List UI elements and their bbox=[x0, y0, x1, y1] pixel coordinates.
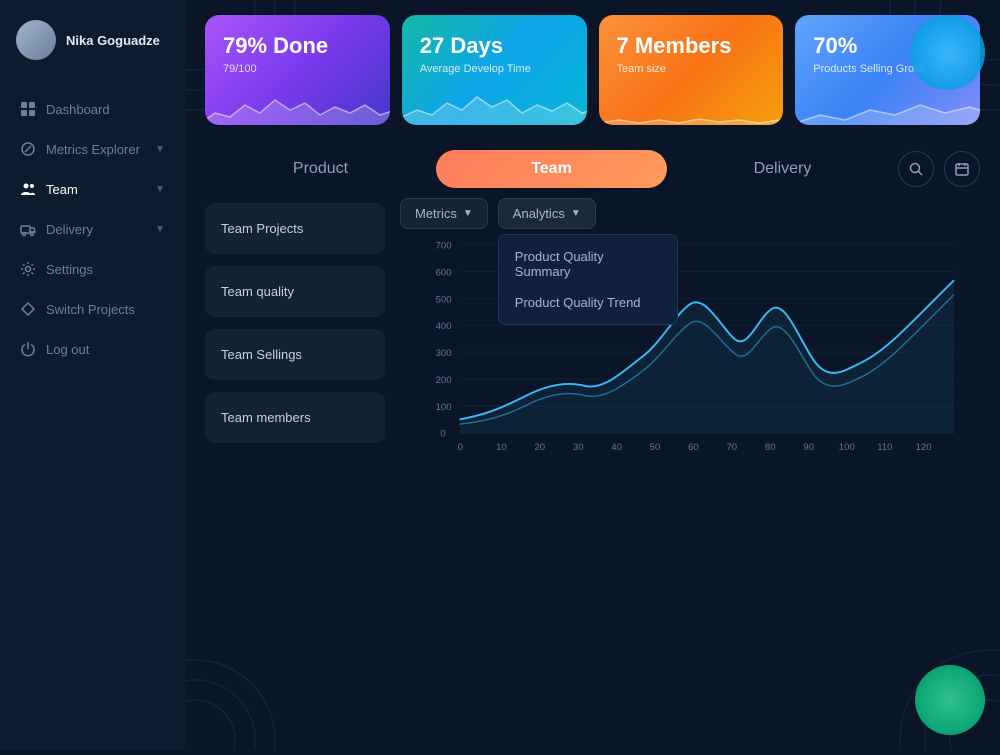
sidebar-item-label: Settings bbox=[46, 262, 93, 277]
dropdown-item-quality-trend[interactable]: Product Quality Trend bbox=[499, 287, 677, 318]
sidebar-item-label: Delivery bbox=[46, 222, 93, 237]
svg-text:70: 70 bbox=[726, 442, 737, 453]
stat-cards: 79% Done 79/100 27 Days Average Develop … bbox=[185, 0, 1000, 140]
stat-sub-members: Team size bbox=[617, 63, 766, 75]
wave-4 bbox=[795, 85, 980, 125]
content-area: Team Projects Team quality Team Sellings… bbox=[185, 198, 1000, 750]
sidebar-item-delivery[interactable]: Delivery ▼ bbox=[0, 210, 185, 248]
svg-text:40: 40 bbox=[611, 442, 622, 453]
tab-team[interactable]: Team bbox=[436, 150, 667, 188]
power-icon bbox=[20, 341, 36, 357]
analytics-dropdown[interactable]: Analytics ▼ bbox=[498, 198, 596, 229]
dropdown-item-quality-summary[interactable]: Product Quality Summary bbox=[499, 241, 677, 287]
sidebar: Nika Goguadze Dashboard Metrics Exp bbox=[0, 0, 185, 750]
svg-text:0: 0 bbox=[458, 442, 463, 453]
diamond-icon bbox=[20, 301, 36, 317]
stat-value-done: 79% Done bbox=[223, 33, 372, 59]
chevron-down-icon: ▼ bbox=[463, 208, 473, 219]
tab-product[interactable]: Product bbox=[205, 150, 436, 188]
list-item-quality[interactable]: Team quality bbox=[205, 266, 385, 317]
calendar-button[interactable] bbox=[944, 151, 980, 187]
users-icon bbox=[20, 181, 36, 197]
analytics-dropdown-menu: Product Quality Summary Product Quality … bbox=[498, 234, 678, 325]
stat-value-members: 7 Members bbox=[617, 33, 766, 59]
svg-text:60: 60 bbox=[688, 442, 699, 453]
truck-icon bbox=[20, 221, 36, 237]
svg-text:600: 600 bbox=[436, 267, 452, 278]
wave-3 bbox=[599, 85, 784, 125]
tab-delivery[interactable]: Delivery bbox=[667, 150, 898, 188]
chevron-down-icon: ▼ bbox=[155, 224, 165, 235]
svg-text:30: 30 bbox=[573, 442, 584, 453]
svg-text:10: 10 bbox=[496, 442, 507, 453]
sidebar-item-label: Team bbox=[46, 182, 78, 197]
dropdown-row: Metrics ▼ Analytics ▼ Product Quality Su… bbox=[400, 198, 980, 229]
sidebar-item-logout[interactable]: Log out bbox=[0, 330, 185, 368]
chevron-down-icon: ▼ bbox=[155, 184, 165, 195]
metrics-dropdown[interactable]: Metrics ▼ bbox=[400, 198, 488, 229]
sidebar-item-label: Switch Projects bbox=[46, 302, 135, 317]
gear-icon bbox=[20, 261, 36, 277]
sidebar-item-team[interactable]: Team ▼ bbox=[0, 170, 185, 208]
svg-text:0: 0 bbox=[440, 429, 445, 440]
right-panel: Metrics ▼ Analytics ▼ Product Quality Su… bbox=[385, 198, 980, 750]
stat-sub-days: Average Develop Time bbox=[420, 63, 569, 75]
list-item-members[interactable]: Team members bbox=[205, 392, 385, 443]
stat-card-done: 79% Done 79/100 bbox=[205, 15, 390, 125]
sidebar-item-label: Metrics Explorer bbox=[46, 142, 140, 157]
svg-text:90: 90 bbox=[803, 442, 814, 453]
search-button[interactable] bbox=[898, 151, 934, 187]
svg-text:200: 200 bbox=[436, 375, 452, 386]
line-chart: 700 600 500 400 300 200 100 0 bbox=[400, 237, 980, 477]
svg-text:20: 20 bbox=[534, 442, 545, 453]
list-item-projects[interactable]: Team Projects bbox=[205, 203, 385, 254]
sidebar-item-switch-projects[interactable]: Switch Projects bbox=[0, 290, 185, 328]
svg-text:500: 500 bbox=[436, 294, 452, 305]
stat-value-days: 27 Days bbox=[420, 33, 569, 59]
sidebar-item-label: Dashboard bbox=[46, 102, 110, 117]
svg-text:50: 50 bbox=[650, 442, 661, 453]
svg-text:110: 110 bbox=[877, 442, 892, 453]
tabs-row: Product Team Delivery bbox=[185, 140, 1000, 198]
main-content: 79% Done 79/100 27 Days Average Develop … bbox=[185, 0, 1000, 750]
user-name: Nika Goguadze bbox=[66, 33, 160, 48]
chevron-down-icon: ▼ bbox=[571, 208, 581, 219]
chart-container: 700 600 500 400 300 200 100 0 bbox=[400, 237, 980, 750]
svg-text:100: 100 bbox=[436, 402, 452, 413]
grid-icon bbox=[20, 101, 36, 117]
orb-bottom-right bbox=[915, 665, 985, 735]
gauge-icon bbox=[20, 141, 36, 157]
list-item-sellings[interactable]: Team Sellings bbox=[205, 329, 385, 380]
svg-text:100: 100 bbox=[839, 442, 855, 453]
wave-1 bbox=[205, 85, 390, 125]
sidebar-item-label: Log out bbox=[46, 342, 89, 357]
stat-sub-done: 79/100 bbox=[223, 63, 372, 75]
svg-text:300: 300 bbox=[436, 348, 452, 359]
svg-text:700: 700 bbox=[436, 241, 452, 252]
sidebar-item-metrics[interactable]: Metrics Explorer ▼ bbox=[0, 130, 185, 168]
stat-card-members: 7 Members Team size bbox=[599, 15, 784, 125]
svg-text:80: 80 bbox=[765, 442, 776, 453]
sidebar-item-dashboard[interactable]: Dashboard bbox=[0, 90, 185, 128]
chevron-down-icon: ▼ bbox=[155, 144, 165, 155]
avatar bbox=[16, 20, 56, 60]
sidebar-nav: Dashboard Metrics Explorer ▼ T bbox=[0, 80, 185, 750]
left-panel: Team Projects Team quality Team Sellings… bbox=[205, 198, 385, 750]
sidebar-user: Nika Goguadze bbox=[0, 0, 185, 80]
stat-card-days: 27 Days Average Develop Time bbox=[402, 15, 587, 125]
svg-text:400: 400 bbox=[436, 321, 452, 332]
orb-top-right bbox=[910, 15, 985, 90]
sidebar-item-settings[interactable]: Settings bbox=[0, 250, 185, 288]
svg-text:120: 120 bbox=[916, 442, 932, 453]
wave-2 bbox=[402, 85, 587, 125]
